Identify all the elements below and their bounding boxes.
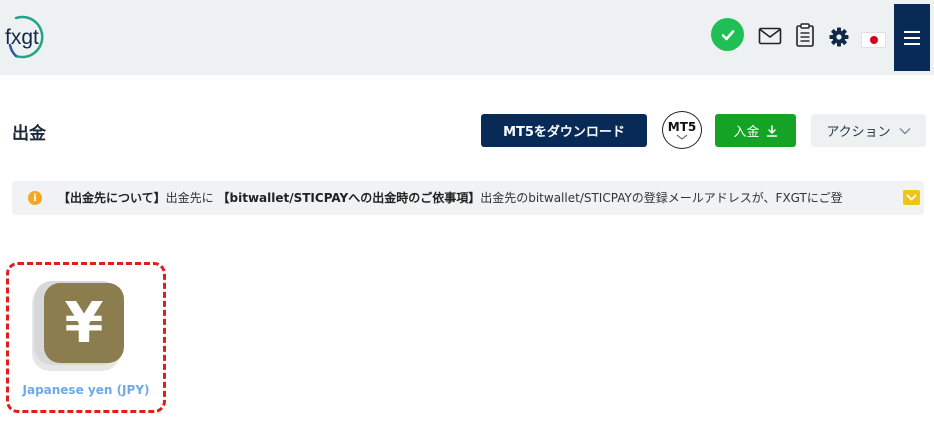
hamburger-menu-icon[interactable] <box>894 4 930 71</box>
info-icon: i <box>28 191 42 205</box>
clipboard-icon[interactable] <box>795 23 815 51</box>
notice-text-2: 出金先のbitwallet/STICPAYの登録メールアドレスが、FXGTにご登 <box>480 191 843 205</box>
expand-notice-button[interactable] <box>903 190 920 205</box>
fxgt-logo[interactable]: fxgt <box>2 13 56 61</box>
download-icon <box>766 124 777 137</box>
action-dropdown[interactable]: アクション <box>811 114 926 147</box>
check-icon[interactable] <box>711 18 744 51</box>
logo-text: fxgt <box>5 26 39 49</box>
yen-symbol: ¥ <box>44 283 124 363</box>
mt5-platform-selector[interactable]: MT5 <box>662 111 702 149</box>
top-header: fxgt <box>0 0 934 75</box>
deposit-button-label: 入金 <box>733 125 760 140</box>
deposit-button[interactable]: 入金 <box>715 114 796 147</box>
chevron-down-icon <box>899 127 911 134</box>
chevron-down-icon <box>676 134 688 140</box>
mt5-badge-label: MT5 <box>667 119 697 134</box>
notice-banner: i 【出金先について】出金先に 【bitwallet/STICPAYへの出金時の… <box>12 181 924 215</box>
notice-text: 【出金先について】出金先に 【bitwallet/STICPAYへの出金時のご依… <box>58 191 894 206</box>
currency-label: Japanese yen (JPY) <box>22 383 150 397</box>
japan-flag-icon[interactable] <box>861 32 886 48</box>
mt5-download-button[interactable]: MT5をダウンロード <box>481 114 647 147</box>
mail-icon[interactable] <box>758 27 782 49</box>
chevron-down-icon <box>906 194 917 201</box>
gear-icon[interactable] <box>829 27 849 51</box>
currency-option-jpy[interactable]: ¥ Japanese yen (JPY) <box>6 262 166 413</box>
notice-heading-1: 【出金先について】 <box>58 191 166 205</box>
yen-icon: ¥ <box>32 277 124 371</box>
notice-heading-2: 【bitwallet/STICPAYへの出金時のご依事項】 <box>217 191 481 205</box>
action-dropdown-label: アクション <box>826 125 891 140</box>
flag-circle <box>869 36 878 44</box>
page-title: 出金 <box>12 124 46 144</box>
notice-text-1: 出金先に <box>165 191 214 205</box>
